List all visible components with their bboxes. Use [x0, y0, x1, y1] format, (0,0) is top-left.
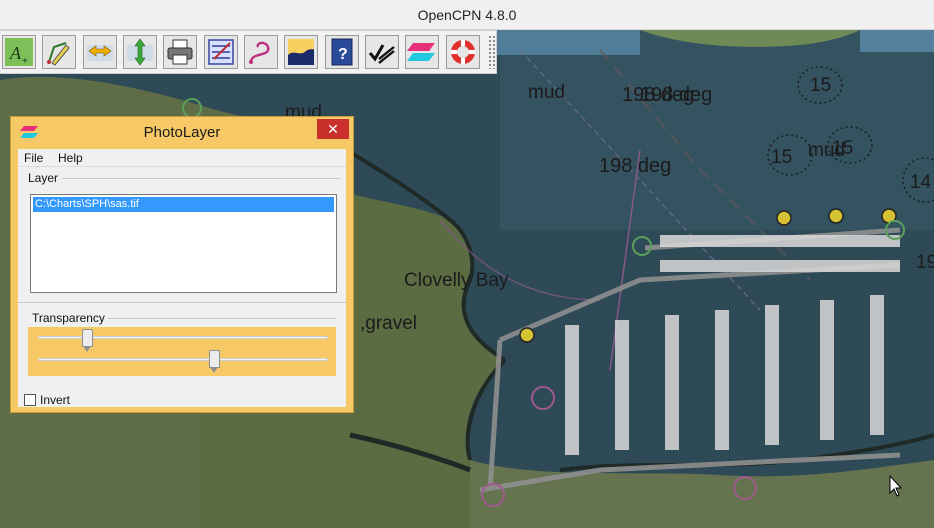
photolayer-icon	[407, 43, 436, 61]
menu-file[interactable]: File	[24, 151, 43, 165]
list-item[interactable]: C:\Charts\SPH\sas.tif	[33, 197, 334, 212]
dialog-body: File Help Layer C:\Charts\SPH\sas.tif Tr…	[18, 149, 346, 407]
dialog-titlebar[interactable]: PhotoLayer ✕	[11, 117, 353, 147]
map-label-mud: mud	[528, 82, 565, 103]
map-label-depth: 15	[832, 138, 854, 159]
transparency-group-label: Transparency	[32, 311, 105, 325]
mob-button[interactable]	[445, 35, 480, 69]
zoom-out-horizontal-icon	[86, 45, 113, 61]
window-title: OpenCPN 4.8.0	[417, 7, 517, 23]
settings-button[interactable]	[203, 35, 238, 69]
invert-label: Invert	[40, 393, 71, 407]
print-icon	[167, 39, 193, 65]
route-button[interactable]	[42, 35, 77, 69]
photolayer-button[interactable]	[405, 35, 440, 69]
transparency-sliders	[28, 327, 336, 376]
layer-list[interactable]: C:\Charts\SPH\sas.tif	[30, 194, 337, 293]
track-icon	[248, 41, 270, 64]
toolbar-grip[interactable]	[487, 35, 496, 69]
invert-checkbox[interactable]	[24, 394, 36, 406]
group-divider	[108, 318, 336, 319]
chart-quilting-button[interactable]	[364, 35, 399, 69]
dialog-title: PhotoLayer	[143, 124, 221, 141]
main-toolbar: A + ?	[0, 30, 497, 74]
zoom-in-button[interactable]	[122, 35, 157, 69]
track-button[interactable]	[243, 35, 278, 69]
map-label-bearing: 198 deg	[640, 84, 713, 106]
help-button[interactable]: ?	[324, 35, 359, 69]
window-titlebar: OpenCPN 4.8.0	[0, 0, 934, 30]
menu-bar: File Help	[18, 149, 346, 167]
close-button[interactable]: ✕	[317, 119, 349, 139]
ais-target-button[interactable]: A +	[2, 35, 36, 69]
map-label-depth: 15	[810, 75, 832, 96]
svg-text:+: +	[22, 56, 28, 67]
transparency-slider-thumb[interactable]	[209, 350, 221, 373]
photolayer-dialog: PhotoLayer ✕ File Help Layer C:\Charts\S…	[10, 116, 354, 413]
zoom-out-button[interactable]	[82, 35, 117, 69]
map-label-bearing: 198 deg	[599, 155, 672, 177]
help-icon: ?	[331, 38, 353, 66]
menu-help[interactable]: Help	[58, 151, 83, 165]
route-pencil-icon	[47, 42, 70, 66]
tide-button[interactable]	[284, 35, 319, 69]
layer-group-label: Layer	[28, 171, 59, 185]
mob-lifebuoy-icon	[450, 40, 475, 64]
map-label-bay: Clovelly Bay	[404, 270, 509, 291]
tide-current-icon	[288, 39, 315, 65]
group-divider	[62, 178, 340, 179]
print-button[interactable]	[163, 35, 198, 69]
chart-quilting-icon	[368, 44, 395, 64]
map-label-depth: 15	[771, 147, 793, 168]
map-label-depth: 14	[910, 172, 932, 193]
zoom-in-vertical-icon	[126, 38, 153, 66]
group-divider	[18, 302, 346, 303]
settings-checklist-icon	[207, 39, 234, 65]
slider-track[interactable]	[38, 358, 328, 361]
transparency-slider-thumb[interactable]	[81, 329, 93, 352]
map-label-depth: 19	[916, 252, 934, 273]
svg-text:?: ?	[338, 46, 348, 63]
ais-target-icon: A +	[4, 38, 33, 67]
map-label-seabed: ,gravel	[360, 313, 418, 334]
svg-text:A: A	[9, 43, 22, 63]
